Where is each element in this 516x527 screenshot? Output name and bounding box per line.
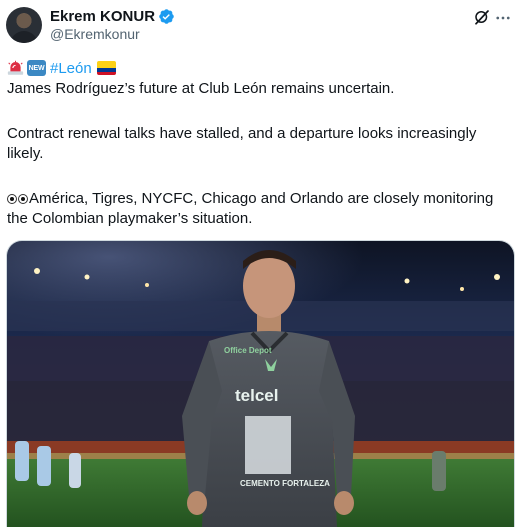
jersey-sponsor-main: telcel [235,386,278,405]
tweet-card: Ekrem KONUR @Ekremkonur NEW #León James … [0,0,516,527]
hashtag-link[interactable]: #León [50,60,92,77]
author-display-name[interactable]: Ekrem KONUR [50,8,155,25]
more-icon[interactable] [494,9,512,27]
siren-emoji-icon [7,60,24,75]
avatar[interactable] [6,7,42,43]
eyes-emoji-icon [7,189,29,209]
new-emoji-icon: NEW [27,60,46,76]
jersey-sponsor-top: Office Depot [224,346,272,355]
tweet-media-image[interactable]: Office Depot telcel CEMENTO FORTALEZA [6,240,515,527]
author-row: Ekrem KONUR [50,6,175,26]
grok-icon[interactable] [473,8,491,26]
tweet-text-monitoring: América, Tigres, NYCFC, Chicago and Orla… [7,190,494,227]
jersey-sponsor-lower: CEMENTO FORTALEZA [240,479,330,488]
verified-badge-icon [159,8,174,24]
hashtag-row: NEW #León [7,58,116,78]
colombia-flag-icon [96,61,116,75]
tweet-text-paragraph: Contract renewal talks have stalled, and… [7,125,477,162]
tweet-text-line: James Rodríguez’s future at Club León re… [7,80,395,97]
tweet-text-paragraph-monitoring: América, Tigres, NYCFC, Chicago and Orla… [7,189,512,229]
author-handle[interactable]: @Ekremkonur [50,26,140,42]
media-photo: Office Depot telcel CEMENTO FORTALEZA [7,241,514,527]
